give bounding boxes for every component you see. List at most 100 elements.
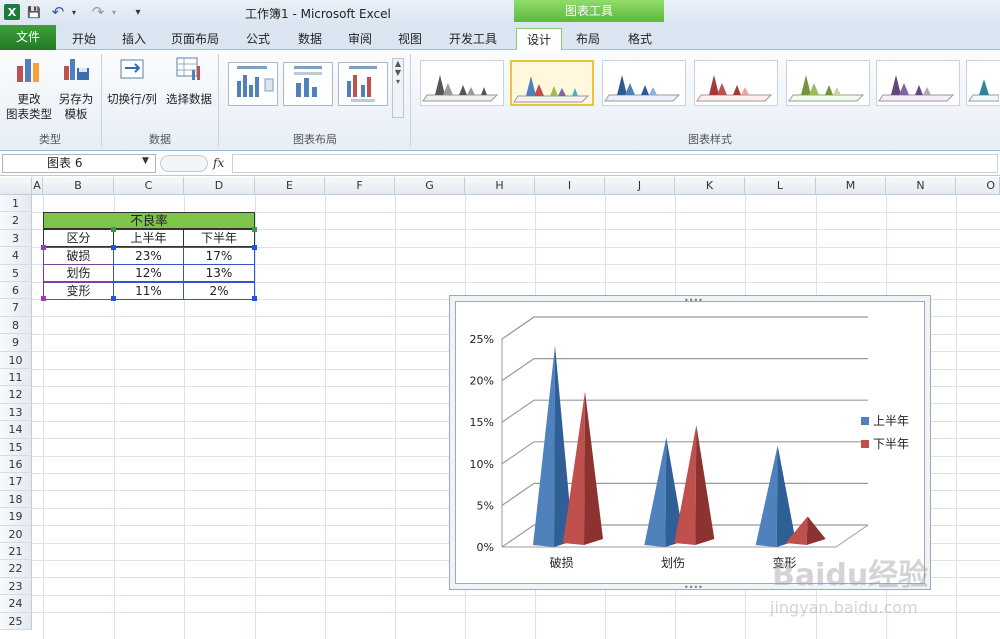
customize-quick-access-icon[interactable]: ▾ (130, 3, 146, 21)
column-header-o[interactable]: O (956, 177, 1000, 195)
row-header-17[interactable]: 17 (0, 473, 32, 491)
tab-home[interactable]: 开始 (64, 28, 104, 50)
row-header-16[interactable]: 16 (0, 456, 32, 474)
tab-format[interactable]: 格式 (618, 28, 662, 50)
undo-dropdown-icon[interactable]: ▾ (66, 3, 82, 21)
chart-layout-thumb-1[interactable] (228, 62, 278, 106)
tab-page-layout[interactable]: 页面布局 (164, 28, 226, 50)
row-header-11[interactable]: 11 (0, 369, 32, 387)
redo-dropdown-icon[interactable]: ▾ (106, 3, 122, 21)
table-cell[interactable]: 23% (113, 247, 184, 265)
excel-app-icon[interactable]: X (4, 4, 20, 20)
cone-chart[interactable]: 0%5%10%15%20%25% 破损 划伤 变形 上半年下半年 (455, 301, 925, 584)
formula-bar-splitter[interactable] (160, 155, 208, 172)
tab-view[interactable]: 视图 (390, 28, 430, 50)
insert-function-icon[interactable]: fx (213, 156, 224, 170)
select-all-corner[interactable] (0, 177, 32, 195)
range-handle[interactable] (252, 227, 257, 232)
chart-layout-thumb-2[interactable] (283, 62, 333, 106)
row-header-21[interactable]: 21 (0, 543, 32, 561)
range-handle[interactable] (252, 296, 257, 301)
column-header-l[interactable]: L (745, 177, 816, 195)
tab-formulas[interactable]: 公式 (238, 28, 278, 50)
row-header-20[interactable]: 20 (0, 525, 32, 543)
column-header-j[interactable]: J (605, 177, 675, 195)
chart-legend[interactable]: 上半年下半年 (861, 414, 909, 451)
tab-data[interactable]: 数据 (290, 28, 330, 50)
cone-下半年-划伤[interactable] (674, 424, 715, 545)
row-header-9[interactable]: 9 (0, 334, 32, 352)
chart-style-thumb-purple[interactable] (876, 60, 960, 106)
save-icon[interactable]: 💾 (26, 3, 42, 21)
column-header-f[interactable]: F (325, 177, 395, 195)
table-cell[interactable]: 破损 (43, 247, 114, 265)
layout-gallery-scroll[interactable]: ▲ ▼ ▾ (392, 58, 404, 118)
chart-style-thumb-gray[interactable] (420, 60, 504, 106)
formula-input[interactable] (232, 154, 998, 173)
column-header-d[interactable]: D (184, 177, 255, 195)
range-handle[interactable] (111, 245, 116, 250)
row-header-25[interactable]: 25 (0, 612, 32, 630)
tab-design[interactable]: 设计 (516, 28, 562, 50)
column-header-a[interactable]: A (32, 177, 43, 195)
row-header-14[interactable]: 14 (0, 421, 32, 439)
chart-style-thumb-teal[interactable] (966, 60, 1000, 106)
table-header-cell[interactable]: 区分 (43, 229, 114, 247)
row-header-10[interactable]: 10 (0, 351, 32, 369)
redo-icon[interactable]: ↷ (90, 3, 106, 21)
chart-style-thumb-blue[interactable] (602, 60, 686, 106)
table-cell[interactable]: 12% (113, 264, 184, 282)
change-chart-type-button[interactable]: 更改 图表类型 (4, 54, 54, 122)
row-header-19[interactable]: 19 (0, 508, 32, 526)
row-header-2[interactable]: 2 (0, 212, 32, 230)
range-handle[interactable] (252, 245, 257, 250)
column-header-i[interactable]: I (535, 177, 605, 195)
cone-上半年-变形[interactable] (755, 445, 796, 547)
row-header-22[interactable]: 22 (0, 560, 32, 578)
row-header-24[interactable]: 24 (0, 595, 32, 613)
row-header-15[interactable]: 15 (0, 438, 32, 456)
row-header-4[interactable]: 4 (0, 247, 32, 265)
row-header-12[interactable]: 12 (0, 386, 32, 404)
column-header-k[interactable]: K (675, 177, 745, 195)
undo-icon[interactable]: ↶ (50, 3, 66, 21)
row-header-1[interactable]: 1 (0, 195, 32, 213)
column-header-g[interactable]: G (395, 177, 465, 195)
column-header-c[interactable]: C (114, 177, 184, 195)
chart-style-thumb-red[interactable] (694, 60, 778, 106)
table-cell[interactable]: 13% (183, 264, 255, 282)
row-header-5[interactable]: 5 (0, 264, 32, 282)
row-header-3[interactable]: 3 (0, 229, 32, 248)
chart-layout-thumb-3[interactable] (338, 62, 388, 106)
chart-plot[interactable] (533, 345, 826, 547)
column-header-n[interactable]: N (886, 177, 956, 195)
range-handle[interactable] (111, 296, 116, 301)
row-header-7[interactable]: 7 (0, 299, 32, 317)
range-handle[interactable] (41, 245, 46, 250)
row-header-18[interactable]: 18 (0, 490, 32, 509)
tab-developer[interactable]: 开发工具 (440, 28, 506, 50)
cone-下半年-破损[interactable] (563, 391, 603, 545)
row-header-23[interactable]: 23 (0, 577, 32, 596)
table-header-cell[interactable]: 上半年 (113, 229, 184, 247)
table-cell[interactable]: 划伤 (43, 264, 114, 282)
chart-resize-handle-bottom[interactable]: •••• (684, 583, 703, 592)
row-header-6[interactable]: 6 (0, 282, 32, 300)
column-header-e[interactable]: E (255, 177, 325, 195)
column-header-m[interactable]: M (816, 177, 886, 195)
table-cell[interactable]: 17% (183, 247, 255, 265)
table-title-cell[interactable]: 不良率 (43, 212, 255, 229)
save-as-template-button[interactable]: 另存为 模板 (54, 54, 98, 122)
switch-row-column-button[interactable]: 切换行/列 (104, 54, 160, 107)
table-cell[interactable]: 11% (113, 282, 184, 300)
tab-layout[interactable]: 布局 (566, 28, 610, 50)
table-cell[interactable]: 2% (183, 282, 255, 300)
column-header-b[interactable]: B (43, 177, 114, 195)
column-header-h[interactable]: H (465, 177, 535, 195)
name-box-dropdown-icon[interactable]: ▼ (142, 156, 149, 166)
name-box[interactable]: 图表 6 (2, 154, 156, 173)
table-cell[interactable]: 变形 (43, 282, 114, 300)
tab-insert[interactable]: 插入 (114, 28, 154, 50)
table-header-cell[interactable]: 下半年 (183, 229, 255, 247)
row-header-13[interactable]: 13 (0, 403, 32, 422)
